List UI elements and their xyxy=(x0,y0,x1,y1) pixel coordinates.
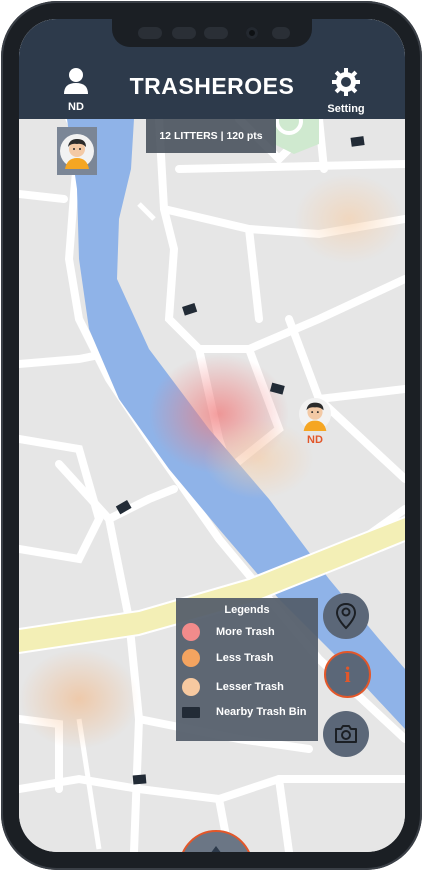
phone-notch xyxy=(112,19,312,47)
front-camera-icon xyxy=(246,27,258,39)
user-location-pin[interactable]: ND xyxy=(298,397,332,446)
legend-item: More Trash xyxy=(182,623,275,641)
legend-label: Lesser Trash xyxy=(216,681,284,693)
app-header: ND TRASHEROES Setting xyxy=(19,19,405,119)
trash-bin-swatch xyxy=(182,706,200,718)
phone-frame: ND TRASHEROES Setting 12 LITTERS | 120 p… xyxy=(0,0,423,871)
avatar xyxy=(298,397,332,431)
app-screen: ND TRASHEROES Setting 12 LITTERS | 120 p… xyxy=(19,19,405,852)
legend-item: Nearby Trash Bin xyxy=(182,706,306,718)
legend-item: Lesser Trash xyxy=(182,678,284,696)
camera-icon xyxy=(335,725,357,743)
user-avatar-button[interactable] xyxy=(57,127,97,175)
info-icon: i xyxy=(344,661,351,687)
legend-title: Legends xyxy=(224,604,270,616)
legend-label: More Trash xyxy=(216,626,275,638)
settings-label: Setting xyxy=(327,103,365,115)
main-action-button[interactable] xyxy=(179,830,253,852)
legend-swatch xyxy=(182,678,200,696)
camera-button[interactable] xyxy=(323,711,369,757)
profile-label: ND xyxy=(68,101,84,113)
location-button[interactable] xyxy=(323,593,369,639)
points-summary: 12 LITTERS | 120 pts xyxy=(146,119,276,153)
legend-item: Less Trash xyxy=(182,649,273,667)
legend-label: Nearby Trash Bin xyxy=(216,706,307,718)
user-initials: ND xyxy=(307,434,323,446)
legend-swatch xyxy=(182,623,200,641)
gear-icon xyxy=(332,68,360,96)
legend-swatch xyxy=(182,649,200,667)
settings-button[interactable]: Setting xyxy=(316,67,376,115)
map-pin-icon xyxy=(335,602,357,630)
chevron-up-icon xyxy=(211,846,221,852)
map-legend: Legends More Trash Less Trash Lesser Tra… xyxy=(176,598,318,741)
info-button[interactable]: i xyxy=(324,651,371,698)
avatar xyxy=(60,134,94,169)
legend-label: Less Trash xyxy=(216,652,274,664)
